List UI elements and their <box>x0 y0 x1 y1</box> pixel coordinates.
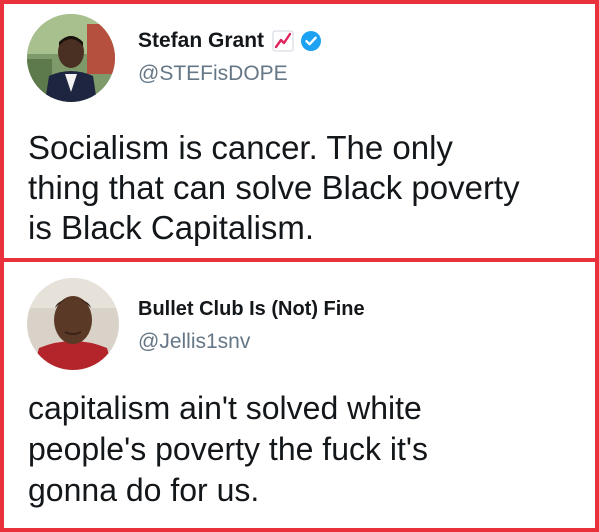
user-handle[interactable]: @STEFisDOPE <box>138 62 322 86</box>
user-handle[interactable]: @Jellis1snv <box>138 330 365 354</box>
verified-badge-icon <box>300 30 322 52</box>
name-row: Bullet Club Is (Not) Fine <box>138 294 365 324</box>
tweet-text: capitalism ain't solved white people's p… <box>28 390 428 508</box>
screenshot-frame: Stefan Grant @STEFisDOPE Socialism is ca… <box>0 0 599 532</box>
display-name[interactable]: Bullet Club Is (Not) Fine <box>138 298 365 321</box>
display-name[interactable]: Stefan Grant <box>138 29 264 53</box>
name-row: Stefan Grant <box>138 26 322 56</box>
tweet-card: Stefan Grant @STEFisDOPE Socialism is ca… <box>0 0 599 262</box>
tweet-header: Stefan Grant @STEFisDOPE <box>138 26 322 86</box>
avatar[interactable] <box>27 14 115 102</box>
tweet-card: Bullet Club Is (Not) Fine @Jellis1snv ca… <box>0 258 599 532</box>
tweet-header: Bullet Club Is (Not) Fine @Jellis1snv <box>138 294 365 354</box>
tweet-text: Socialism is cancer. The only thing that… <box>28 129 520 246</box>
chart-increasing-icon <box>272 30 294 52</box>
avatar[interactable] <box>27 278 119 370</box>
